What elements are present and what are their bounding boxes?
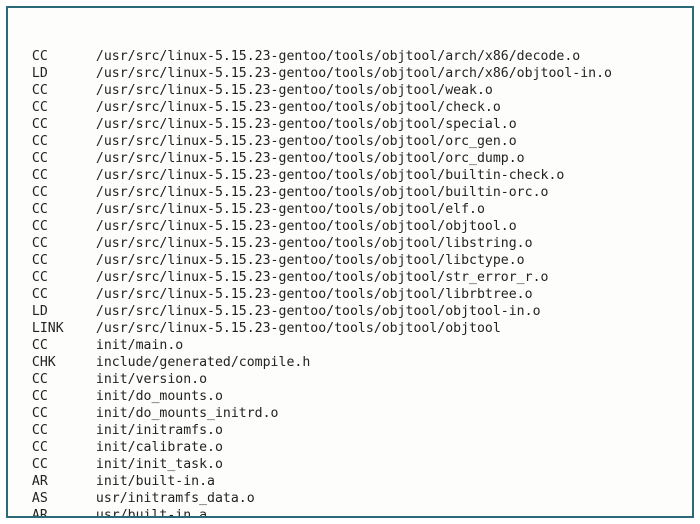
- build-step-cmd: LD: [32, 303, 96, 320]
- build-step-cmd: CC: [32, 439, 96, 456]
- log-line: CC/usr/src/linux-5.15.23-gentoo/tools/ob…: [16, 48, 684, 65]
- build-step-path: init/initramfs.o: [96, 423, 223, 438]
- log-line: ARinit/built-in.a: [16, 473, 684, 490]
- build-step-path: /usr/src/linux-5.15.23-gentoo/tools/objt…: [96, 185, 549, 200]
- build-step-path: /usr/src/linux-5.15.23-gentoo/tools/objt…: [96, 321, 501, 336]
- build-step-cmd: CC: [32, 184, 96, 201]
- build-step-cmd: AR: [32, 507, 96, 518]
- build-step-path: /usr/src/linux-5.15.23-gentoo/tools/objt…: [96, 236, 533, 251]
- build-step-cmd: CC: [32, 150, 96, 167]
- build-step-path: usr/built-in.a: [96, 508, 207, 518]
- build-step-cmd: CC: [32, 82, 96, 99]
- build-step-cmd: CC: [32, 133, 96, 150]
- build-step-path: /usr/src/linux-5.15.23-gentoo/tools/objt…: [96, 100, 501, 115]
- build-step-cmd: CC: [32, 422, 96, 439]
- build-step-path: /usr/src/linux-5.15.23-gentoo/tools/objt…: [96, 117, 517, 132]
- build-step-path: /usr/src/linux-5.15.23-gentoo/tools/objt…: [96, 253, 525, 268]
- build-step-path: usr/initramfs_data.o: [96, 491, 255, 506]
- build-step-cmd: AR: [32, 473, 96, 490]
- build-step-path: /usr/src/linux-5.15.23-gentoo/tools/objt…: [96, 151, 525, 166]
- log-line: CC/usr/src/linux-5.15.23-gentoo/tools/ob…: [16, 133, 684, 150]
- build-step-cmd: CC: [32, 337, 96, 354]
- log-line: CC/usr/src/linux-5.15.23-gentoo/tools/ob…: [16, 286, 684, 303]
- build-step-cmd: CC: [32, 235, 96, 252]
- build-step-cmd: CC: [32, 405, 96, 422]
- build-step-path: init/version.o: [96, 372, 207, 387]
- build-step-path: init/built-in.a: [96, 474, 215, 489]
- build-step-path: /usr/src/linux-5.15.23-gentoo/tools/objt…: [96, 168, 564, 183]
- log-line: CCinit/calibrate.o: [16, 439, 684, 456]
- build-log: CC/usr/src/linux-5.15.23-gentoo/tools/ob…: [16, 48, 684, 518]
- build-step-path: /usr/src/linux-5.15.23-gentoo/tools/objt…: [96, 287, 533, 302]
- build-step-cmd: CC: [32, 218, 96, 235]
- build-step-path: /usr/src/linux-5.15.23-gentoo/tools/objt…: [96, 304, 541, 319]
- log-line: CC/usr/src/linux-5.15.23-gentoo/tools/ob…: [16, 201, 684, 218]
- build-step-path: init/init_task.o: [96, 457, 223, 472]
- build-step-cmd: CC: [32, 252, 96, 269]
- log-line: CCinit/do_mounts_initrd.o: [16, 405, 684, 422]
- build-step-path: /usr/src/linux-5.15.23-gentoo/tools/objt…: [96, 49, 580, 64]
- build-step-cmd: CHK: [32, 354, 96, 371]
- build-step-path: init/do_mounts_initrd.o: [96, 406, 279, 421]
- log-line: LD/usr/src/linux-5.15.23-gentoo/tools/ob…: [16, 65, 684, 82]
- build-step-path: init/calibrate.o: [96, 440, 223, 455]
- log-line: CC/usr/src/linux-5.15.23-gentoo/tools/ob…: [16, 82, 684, 99]
- log-line: LINK/usr/src/linux-5.15.23-gentoo/tools/…: [16, 320, 684, 337]
- build-step-cmd: CC: [32, 167, 96, 184]
- log-line: CCinit/version.o: [16, 371, 684, 388]
- log-line: CCinit/initramfs.o: [16, 422, 684, 439]
- log-line: LD/usr/src/linux-5.15.23-gentoo/tools/ob…: [16, 303, 684, 320]
- build-step-path: /usr/src/linux-5.15.23-gentoo/tools/objt…: [96, 134, 517, 149]
- log-line: CHKinclude/generated/compile.h: [16, 354, 684, 371]
- build-step-cmd: LINK: [32, 320, 96, 337]
- build-step-cmd: CC: [32, 201, 96, 218]
- build-step-cmd: CC: [32, 286, 96, 303]
- log-line: CC/usr/src/linux-5.15.23-gentoo/tools/ob…: [16, 184, 684, 201]
- build-step-path: /usr/src/linux-5.15.23-gentoo/tools/objt…: [96, 270, 549, 285]
- build-step-cmd: CC: [32, 116, 96, 133]
- log-line: CC/usr/src/linux-5.15.23-gentoo/tools/ob…: [16, 99, 684, 116]
- log-line: CCinit/do_mounts.o: [16, 388, 684, 405]
- log-line: CCinit/init_task.o: [16, 456, 684, 473]
- build-step-path: /usr/src/linux-5.15.23-gentoo/tools/objt…: [96, 83, 493, 98]
- build-step-cmd: CC: [32, 48, 96, 65]
- build-step-cmd: CC: [32, 388, 96, 405]
- log-line: CC/usr/src/linux-5.15.23-gentoo/tools/ob…: [16, 116, 684, 133]
- log-line: CC/usr/src/linux-5.15.23-gentoo/tools/ob…: [16, 252, 684, 269]
- log-line: ARusr/built-in.a: [16, 507, 684, 518]
- build-step-cmd: AS: [32, 490, 96, 507]
- build-step-path: include/generated/compile.h: [96, 355, 310, 370]
- terminal-output: CC/usr/src/linux-5.15.23-gentoo/tools/ob…: [6, 6, 694, 518]
- build-step-path: /usr/src/linux-5.15.23-gentoo/tools/objt…: [96, 66, 612, 81]
- build-step-cmd: CC: [32, 99, 96, 116]
- log-line: CC/usr/src/linux-5.15.23-gentoo/tools/ob…: [16, 269, 684, 286]
- log-line: ASusr/initramfs_data.o: [16, 490, 684, 507]
- build-step-cmd: CC: [32, 456, 96, 473]
- log-line: CC/usr/src/linux-5.15.23-gentoo/tools/ob…: [16, 167, 684, 184]
- log-line: CC/usr/src/linux-5.15.23-gentoo/tools/ob…: [16, 150, 684, 167]
- build-step-cmd: CC: [32, 269, 96, 286]
- build-step-cmd: LD: [32, 65, 96, 82]
- build-step-path: init/do_mounts.o: [96, 389, 223, 404]
- build-step-path: init/main.o: [96, 338, 183, 353]
- log-line: CCinit/main.o: [16, 337, 684, 354]
- build-step-path: /usr/src/linux-5.15.23-gentoo/tools/objt…: [96, 219, 517, 234]
- build-step-path: /usr/src/linux-5.15.23-gentoo/tools/objt…: [96, 202, 485, 217]
- build-step-cmd: CC: [32, 371, 96, 388]
- log-line: CC/usr/src/linux-5.15.23-gentoo/tools/ob…: [16, 235, 684, 252]
- log-line: CC/usr/src/linux-5.15.23-gentoo/tools/ob…: [16, 218, 684, 235]
